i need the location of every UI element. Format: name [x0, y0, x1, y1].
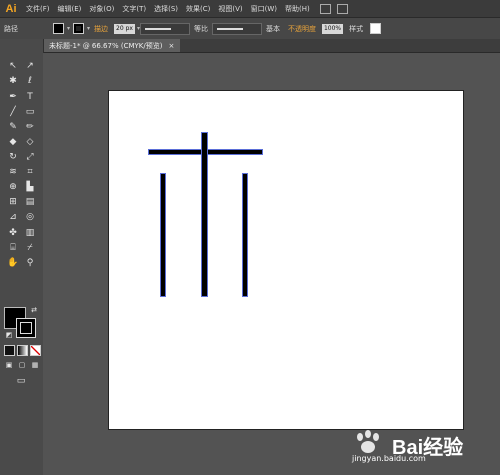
menu-bar: Ai 文件(F) 编辑(E) 对象(O) 文字(T) 选择(S) 效果(C) 视…: [0, 0, 500, 18]
lasso-icon[interactable]: ℓ: [23, 75, 37, 87]
watermark-url: jingyan.baidu.com: [352, 454, 426, 463]
symbol-sprayer-icon[interactable]: ✤: [6, 227, 20, 239]
eraser-icon[interactable]: ◇: [23, 136, 37, 148]
graphic-style-swatch[interactable]: [370, 23, 382, 34]
opacity-field[interactable]: 100%: [321, 23, 344, 34]
app-logo: Ai: [5, 2, 17, 15]
center-vertical-path[interactable]: [201, 132, 208, 297]
perspective-icon[interactable]: ▙: [23, 181, 37, 193]
menu-file[interactable]: 文件(F): [22, 4, 54, 14]
menu-view[interactable]: 视图(V): [214, 4, 246, 14]
menu-help[interactable]: 帮助(H): [281, 4, 314, 14]
artboard-icon[interactable]: ⌸: [6, 242, 20, 254]
close-icon[interactable]: ×: [168, 42, 174, 50]
arrange-documents-icon[interactable]: [336, 3, 348, 14]
style-label: 样式: [349, 24, 364, 33]
brush-label: 基本: [265, 24, 280, 33]
direct-selection-icon[interactable]: ↗: [23, 60, 37, 72]
none-mode-icon[interactable]: [28, 344, 42, 356]
rectangle-icon[interactable]: ▭: [23, 106, 37, 118]
control-bar: 路径 ▾ ▾ 描边 20 px ▾ 等比 基本 不透明度 100% 样式: [0, 18, 500, 40]
color-mode-icon[interactable]: [2, 344, 16, 356]
scale-icon[interactable]: ⤢: [23, 151, 37, 163]
profile-label: 等比: [193, 24, 208, 33]
draw-inside-icon[interactable]: ▦: [28, 359, 42, 371]
menu-edit[interactable]: 编辑(E): [54, 4, 86, 14]
slice-icon[interactable]: ⌿: [23, 242, 37, 254]
menu-effect[interactable]: 效果(C): [182, 4, 214, 14]
mesh-icon[interactable]: ⊞: [6, 196, 20, 208]
gradient-mode-icon[interactable]: [15, 344, 29, 356]
document-tab-bar: 未标题-1* @ 66.67% (CMYK/预览) ×: [43, 39, 500, 53]
default-colors-icon[interactable]: ◩: [2, 329, 16, 341]
eyedropper-icon[interactable]: ⊿: [6, 211, 20, 223]
fill-color-swatch[interactable]: [53, 23, 64, 34]
line-icon[interactable]: ╱: [6, 106, 20, 118]
variable-width-profile[interactable]: [139, 22, 190, 35]
pen-icon[interactable]: ✒: [6, 91, 20, 103]
menu-object[interactable]: 对象(O): [85, 4, 118, 14]
baidu-watermark: Bai经验 jingyan.baidu.com: [348, 425, 478, 465]
selection-icon[interactable]: ↖: [6, 60, 20, 72]
tools-panel: ↖ ↗ ✱ ℓ ✒ T ╱ ▭ ✎ ✏ ◆ ◇ ↻ ⤢ ≋ ⌗ ⊕ ▙ ⊞ ▤ …: [0, 39, 44, 475]
stroke-color-swatch[interactable]: [73, 23, 85, 34]
swap-icon[interactable]: ⇄: [27, 304, 41, 316]
gradient-icon[interactable]: ▤: [23, 196, 37, 208]
shape-builder-icon[interactable]: ⊕: [6, 181, 20, 193]
document-tab-title: 未标题-1* @ 66.67% (CMYK/预览): [49, 41, 163, 50]
menu-type[interactable]: 文字(T): [118, 4, 150, 14]
artboard[interactable]: [108, 90, 464, 430]
hand-icon[interactable]: ✋: [6, 257, 20, 269]
free-transform-icon[interactable]: ⌗: [23, 166, 37, 178]
stroke-swatch[interactable]: [16, 318, 36, 338]
type-icon[interactable]: T: [23, 91, 37, 103]
magic-wand-icon[interactable]: ✱: [6, 75, 20, 87]
document-tab[interactable]: 未标题-1* @ 66.67% (CMYK/预览) ×: [43, 39, 181, 52]
blob-brush-icon[interactable]: ◆: [6, 136, 20, 148]
paw-icon: [357, 430, 379, 453]
selection-type-label: 路径: [4, 24, 18, 33]
bridge-icon[interactable]: [319, 3, 331, 14]
stroke-label[interactable]: 描边: [90, 24, 112, 34]
warp-icon[interactable]: ≋: [6, 166, 20, 178]
stroke-weight-field[interactable]: 20 px: [114, 23, 135, 34]
left-vertical-path[interactable]: [160, 173, 166, 297]
zoom-icon[interactable]: ⚲: [23, 257, 37, 269]
opacity-label[interactable]: 不透明度: [284, 24, 320, 34]
right-vertical-path[interactable]: [242, 173, 248, 297]
rotate-icon[interactable]: ↻: [6, 151, 20, 163]
menu-select[interactable]: 选择(S): [150, 4, 182, 14]
screen-mode-icon[interactable]: ▭: [14, 375, 28, 387]
pencil-icon[interactable]: ✏: [23, 121, 37, 133]
menu-window[interactable]: 窗口(W): [247, 4, 281, 14]
paintbrush-icon[interactable]: ✎: [6, 121, 20, 133]
draw-behind-icon[interactable]: ▢: [15, 359, 29, 371]
brush-definition[interactable]: [211, 22, 262, 35]
graph-icon[interactable]: ▥: [23, 227, 37, 239]
draw-normal-icon[interactable]: ▣: [2, 359, 16, 371]
blend-icon[interactable]: ◎: [23, 211, 37, 223]
chevron-down-icon[interactable]: ▾: [67, 25, 70, 32]
